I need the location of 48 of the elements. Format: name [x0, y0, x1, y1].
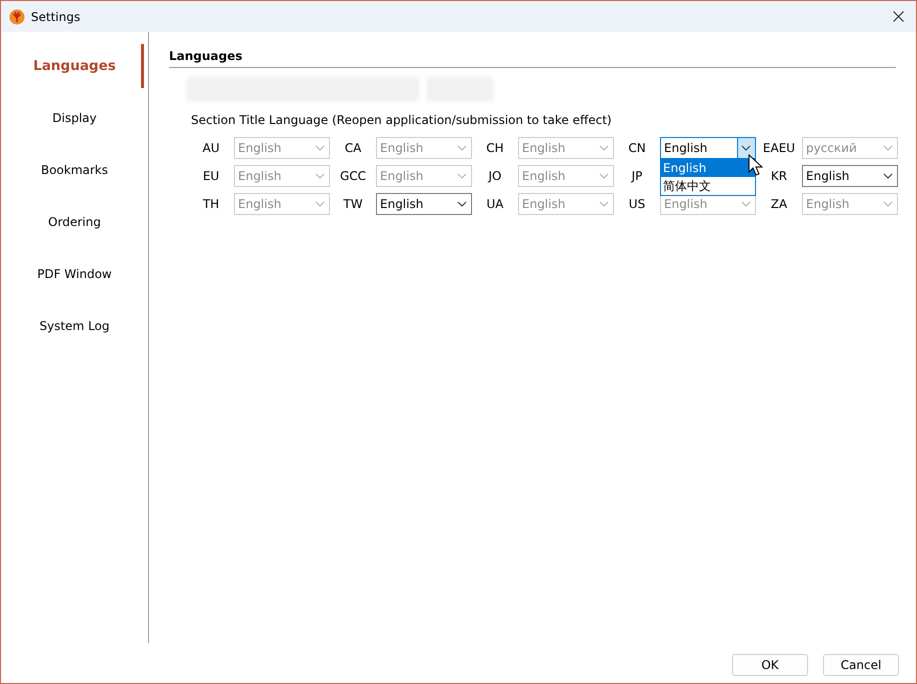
chevron-down-icon — [741, 200, 751, 208]
region-label: JP — [630, 168, 644, 185]
dropdown-option[interactable]: English — [661, 159, 755, 177]
sidebar-item[interactable]: Ordering — [1, 196, 148, 248]
language-dropdown[interactable]: English — [802, 165, 898, 187]
region-label: CH — [485, 140, 505, 157]
chevron-down-icon — [315, 200, 325, 208]
region-label: TH — [202, 196, 220, 213]
region-label: ZA — [770, 196, 788, 213]
dialog-button[interactable]: Cancel — [823, 654, 899, 676]
sidebar-item[interactable]: Display — [1, 92, 148, 144]
region-label: EAEU — [762, 140, 796, 157]
language-dropdown[interactable]: English — [376, 193, 472, 215]
chevron-down-icon — [315, 144, 325, 152]
chevron-down-icon — [315, 172, 325, 180]
region-label: EU — [202, 168, 220, 185]
region-label: JO — [486, 168, 502, 185]
region-label: UA — [486, 196, 504, 213]
region-label: AU — [202, 140, 220, 157]
sidebar-item[interactable]: Languages — [1, 40, 148, 92]
selection-bar — [141, 44, 144, 88]
chevron-down-icon — [599, 144, 609, 152]
region-label: TW — [342, 196, 364, 213]
sidebar-item[interactable]: System Log — [1, 300, 148, 352]
chevron-down-icon — [599, 172, 609, 180]
sidebar-item[interactable]: PDF Window — [1, 248, 148, 300]
region-label: US — [628, 196, 646, 213]
dialog-button[interactable]: OK — [732, 654, 808, 676]
region-label: GCC — [338, 168, 368, 185]
close-icon[interactable] — [893, 11, 904, 22]
chevron-down-icon — [457, 144, 467, 152]
chevron-down-icon — [741, 144, 751, 152]
chevron-down-icon — [883, 200, 893, 208]
language-dropdown[interactable]: English — [660, 137, 756, 159]
chevron-down-icon — [883, 172, 893, 180]
region-label: CA — [344, 140, 362, 157]
chevron-down-icon — [883, 144, 893, 152]
chevron-down-icon — [457, 200, 467, 208]
region-label: KR — [770, 168, 788, 185]
sidebar-item[interactable]: Bookmarks — [1, 144, 148, 196]
chevron-down-icon — [599, 200, 609, 208]
dropdown-option[interactable]: 简体中文 — [661, 177, 755, 195]
section-heading: Languages — [169, 46, 896, 68]
chevron-down-icon — [457, 172, 467, 180]
window-title: Settings — [31, 10, 80, 24]
region-label: CN — [627, 140, 647, 157]
section-subtitle: Section Title Language (Reopen application/submission to take effect) — [191, 113, 613, 127]
app-logo-icon — [9, 8, 25, 24]
